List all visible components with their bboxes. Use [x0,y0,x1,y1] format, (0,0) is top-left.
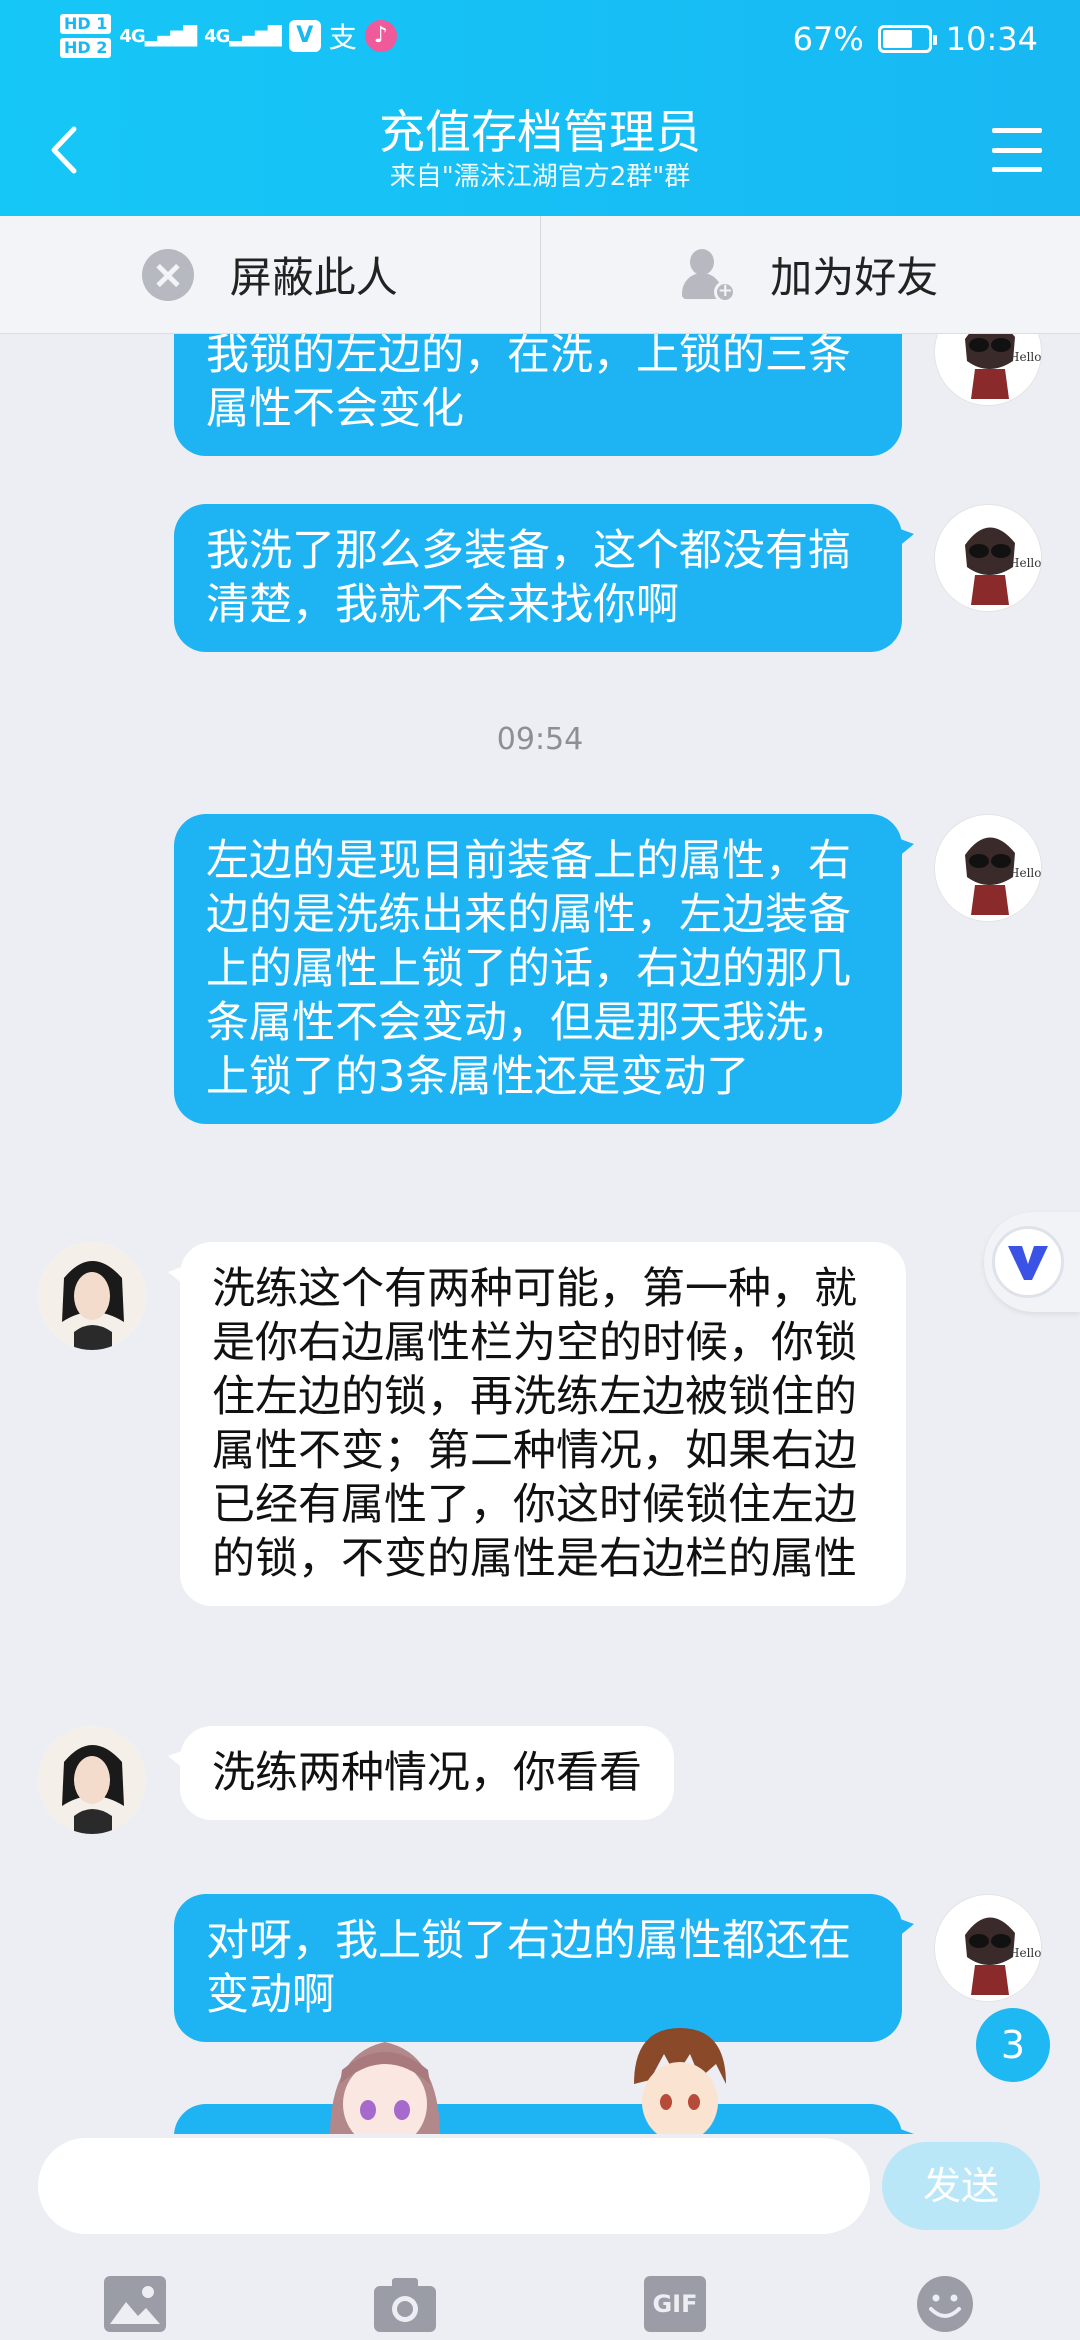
alipay-icon: 支 [328,21,357,54]
battery-percent: 67% [792,20,864,58]
input-toolbar: GIF [0,2254,1080,2340]
send-button[interactable]: 发送 [882,2142,1040,2230]
page-title: 充值存档管理员 [379,105,701,159]
message-text: 洗练两种情况，你看看 [212,1748,642,1798]
title-block: 充值存档管理员 来自"濡沫江湖官方2群"群 [0,104,1080,194]
message-bubble-in[interactable]: 洗练这个有两种可能，第一种，就是你右边属性栏为空的时候，你锁住左边的锁，再洗练左… [168,1242,906,1606]
gif-icon: GIF [644,2276,706,2332]
avatar-self[interactable]: Hello [934,1894,1042,2002]
avatar-self[interactable]: Hello [934,814,1042,922]
message-bubble-out[interactable]: 左边的是现目前装备上的属性，右边的是洗练出来的属性，左边装备上的属性上锁了的话，… [174,814,914,1124]
add-friend-button[interactable]: + 加为好友 [539,216,1080,333]
add-friend-label: 加为好友 [770,253,939,302]
vpn-app-icon: V [288,20,321,52]
status-right: 67% 10:34 [793,20,1038,58]
message-timestamp: 09:54 [496,722,584,757]
avatar-other[interactable] [38,1726,146,1834]
avatar-self[interactable]: Hello [934,334,1042,406]
block-user-button[interactable]: 屏蔽此人 [0,216,540,333]
message-bubble-out[interactable]: 对呀，我上锁了右边的属性都还在变动啊 [174,1894,914,2042]
unread-count-badge[interactable]: 3 [976,2008,1050,2082]
page-subtitle: 来自"濡沫江湖官方2群"群 [389,162,691,192]
avatar-self[interactable]: Hello [934,504,1042,612]
menu-button[interactable] [984,120,1050,180]
floating-app-button[interactable] [984,1212,1080,1312]
svg-text:Hello: Hello [1009,1946,1041,1960]
clock: 10:34 [945,20,1038,58]
message-bubble-out[interactable]: 我洗了那么多装备，这个都没有搞清楚，我就不会来找你啊 [174,504,914,652]
image-icon [104,2276,166,2332]
block-icon [141,248,194,301]
menu-line [992,128,1042,133]
message-bubble-out[interactable]: 我锁的左边的，在洗，上锁的三条属性不会变化 [174,334,902,456]
hd2-badge: HD 2 [60,38,112,58]
anime-boy-sticker [634,2028,726,2134]
message-text: 我锁的左边的，在洗，上锁的三条属性不会变化 [206,334,851,434]
battery-icon [877,25,937,53]
status-left: HD 1 HD 2 4G▂▄▆█ 4G▂▄▆█ V 支 ♪ [60,14,397,58]
add-person-icon: + [682,248,737,303]
message-input[interactable] [38,2138,870,2234]
svg-text:Hello: Hello [1009,556,1041,570]
input-bar: 发送 GIF [0,2134,1080,2340]
camera-button[interactable] [374,2276,436,2332]
message-text: 洗练这个有两种可能，第一种，就是你右边属性栏为空的时候，你锁住左边的锁，再洗练左… [212,1264,857,1584]
message-text: 我洗了那么多装备，这个都没有搞清楚，我就不会来找你啊 [206,526,851,630]
camera-icon [374,2278,436,2332]
chat-header: HD 1 HD 2 4G▂▄▆█ 4G▂▄▆█ V 支 ♪ 67% 10:34 … [0,0,1080,216]
signal-1-icon: 4G▂▄▆█ [119,25,197,47]
menu-line [992,147,1042,153]
message-bubble-out-partial[interactable] [174,2104,914,2134]
image-button[interactable] [104,2276,166,2332]
chat-area[interactable]: 我锁的左边的，在洗，上锁的三条属性不会变化 Hello 我洗了那么多装备，这个都… [0,334,1080,2134]
status-bar: HD 1 HD 2 4G▂▄▆█ 4G▂▄▆█ V 支 ♪ 67% 10:34 [0,0,1080,80]
message-text: 对呀，我上锁了右边的属性都还在变动啊 [206,1916,851,2020]
message-text: 左边的是现目前装备上的属性，右边的是洗练出来的属性，左边装备上的属性上锁了的话，… [206,836,851,1102]
block-user-label: 屏蔽此人 [229,253,398,302]
hd-badges: HD 1 HD 2 [60,14,112,58]
action-bar: 屏蔽此人 + 加为好友 [0,216,1080,334]
menu-line [992,167,1042,172]
svg-text:Hello: Hello [1009,350,1041,364]
hd1-badge: HD 1 [60,14,112,34]
emoji-button[interactable] [914,2276,976,2332]
signal-2-icon: 4G▂▄▆█ [204,25,282,47]
nav-bar: 充值存档管理员 来自"濡沫江湖官方2群"群 [0,90,1080,210]
avatar-other[interactable] [38,1242,146,1350]
gif-button[interactable]: GIF [644,2276,706,2332]
anime-girl-sticker [330,2042,440,2134]
svg-text:Hello: Hello [1009,866,1041,880]
v-app-icon [992,1226,1064,1298]
emoji-icon [917,2276,973,2332]
music-app-icon: ♪ [364,20,397,52]
message-bubble-in[interactable]: 洗练两种情况，你看看 [168,1726,674,1820]
